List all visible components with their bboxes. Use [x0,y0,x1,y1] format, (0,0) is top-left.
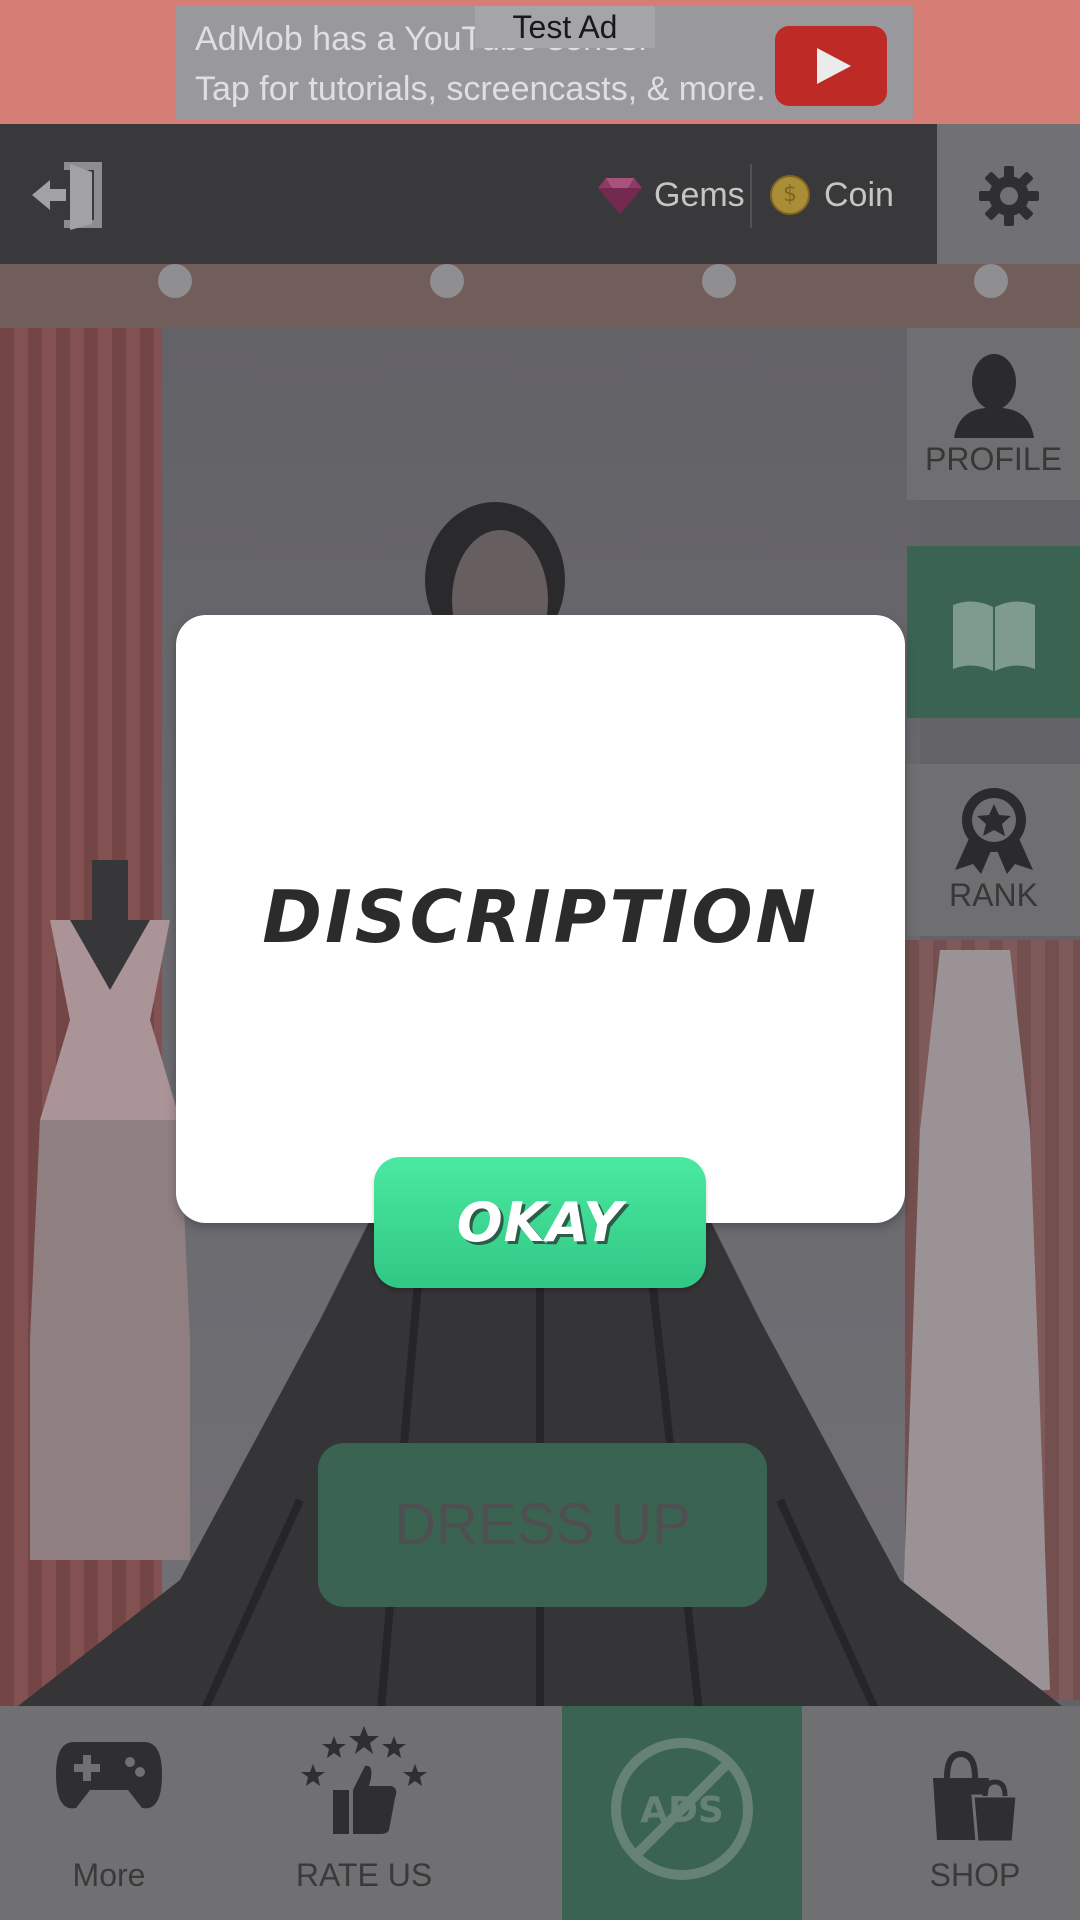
okay-label: OKAY [456,1191,624,1254]
game-screen: AdMob has a YouTube series! Tap for tuto… [0,0,1080,1920]
dialog-title: DISCRIPTION [262,875,819,959]
description-dialog: DISCRIPTION [176,615,905,1223]
okay-button[interactable]: OKAY [374,1157,706,1288]
